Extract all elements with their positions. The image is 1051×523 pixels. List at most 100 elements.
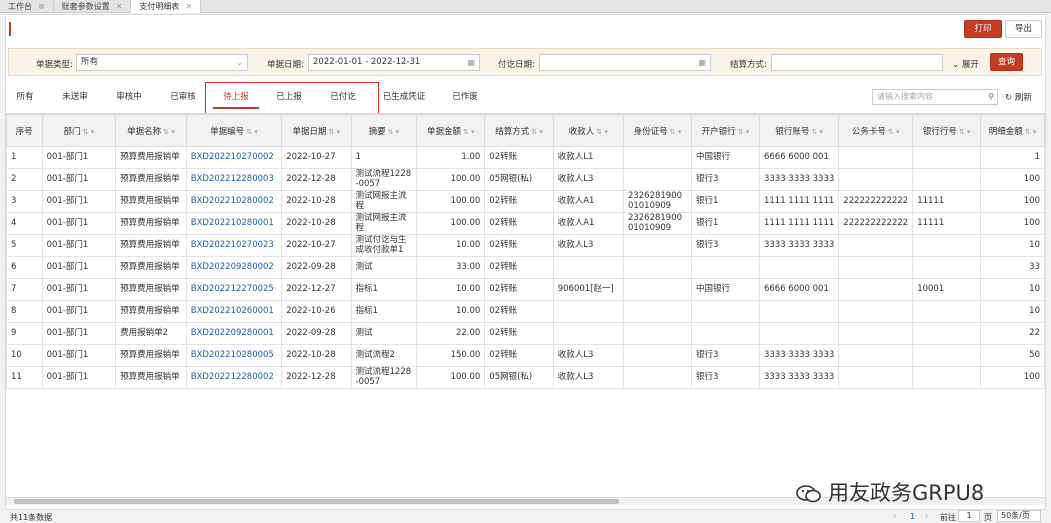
column-header[interactable]: 单据编号 ⇅ ▾ [185,114,283,147]
doc-type-select[interactable]: 所有 ⌄ [76,54,248,71]
table-cell: 33 [980,256,1045,279]
sort-filter-icon[interactable]: ⇅ ▾ [738,128,750,136]
prev-page-icon[interactable]: ‹ [893,511,896,520]
table-row[interactable]: 2 001-部门1 预算费用报销单 BXD202212280003 2022-12-28… [6,168,1045,191]
table-row[interactable]: 7 001-部门1 预算费用报销单 BXD202212270025 2022-12-27… [6,278,1045,301]
table-row[interactable]: 11 001-部门1 预算费用报销单 BXD202212280002 2022-12-2… [6,366,1045,389]
table-row[interactable]: 10 001-部门1 预算费用报销单 BXD202210280005 2022-10-2… [6,344,1045,367]
table-cell: 3333 3333 3333 [758,234,840,257]
sort-filter-icon[interactable]: ⇅ ▾ [888,128,900,136]
doc-number-link[interactable]: BXD202210280002 [185,190,283,213]
sort-filter-icon[interactable]: ⇅ ▾ [163,128,175,136]
status-tab-unsubmitted[interactable]: 未送审 [56,87,94,109]
table-row[interactable]: 1 001-部门1 预算费用报销单 BXD202210270002 2022-10-27… [6,146,1045,169]
close-icon[interactable]: ⊗ [38,0,45,13]
table-cell: 3333 3333 3333 [758,168,840,191]
table-cell: 001-部门1 [41,300,117,323]
sort-filter-icon[interactable]: ⇅ ▾ [388,128,400,136]
column-header[interactable]: 明细金额 ⇅ ▾ [980,114,1045,147]
search-icon[interactable]: ⚲ [988,90,994,104]
column-header[interactable]: 身份证号 ⇅ ▾ [622,114,692,147]
query-button[interactable]: 查询 [990,53,1023,71]
expand-toggle[interactable]: ⌄ 展开 [952,58,979,70]
doc-number-link[interactable]: BXD202212280002 [185,366,283,389]
table-row[interactable]: 5 001-部门1 预算费用报销单 BXD202210270023 2022-10-27… [6,234,1045,257]
doc-number-link[interactable]: BXD202210270023 [185,234,283,257]
doc-number-link[interactable]: BXD202210270002 [185,146,283,169]
table-cell: 222222222222 [838,212,914,235]
table-cell: 测试 [350,322,418,345]
sort-filter-icon[interactable]: ⇅ ▾ [329,128,341,136]
sort-filter-icon[interactable]: ⇅ ▾ [959,128,971,136]
table-cell: 收款人L3 [552,366,624,389]
tab-account-settings[interactable]: 账套参数设置 ✕ [54,0,132,13]
table-cell: 001-部门1 [41,322,117,345]
column-header[interactable]: 开户银行 ⇅ ▾ [690,114,760,147]
table-cell [690,300,760,323]
column-header[interactable]: 公务卡号 ⇅ ▾ [838,114,914,147]
sort-filter-icon[interactable]: ⇅ ▾ [83,128,95,136]
status-tab-all[interactable]: 所有 [12,87,38,109]
doc-number-link[interactable]: BXD202210280001 [185,212,283,235]
refresh-button[interactable]: ↻ 刷新 [1005,91,1032,103]
tab-workbench[interactable]: 工作台 ⊗ [0,0,54,13]
table-row[interactable]: 3 001-部门1 预算费用报销单 BXD202210280002 2022-10-28… [6,190,1045,213]
next-page-icon[interactable]: › [925,511,928,520]
sort-filter-icon[interactable]: ⇅ ▾ [811,128,823,136]
total-count: 共11条数据 [10,513,53,522]
page-size-select[interactable]: 50条/页 [997,510,1041,522]
sort-filter-icon[interactable]: ⇅ ▾ [670,128,682,136]
wechat-icon [796,485,821,503]
column-header[interactable]: 部门 ⇅ ▾ [41,114,117,147]
sort-filter-icon[interactable]: ⇅ ▾ [246,128,258,136]
column-header[interactable]: 单据名称 ⇅ ▾ [115,114,187,147]
sort-filter-icon[interactable]: ⇅ ▾ [531,128,543,136]
settle-method-input[interactable] [771,54,943,71]
column-header[interactable]: 结算方式 ⇅ ▾ [484,114,554,147]
table-cell [622,256,692,279]
pay-date-input[interactable]: ▦ [539,54,711,71]
status-tab-voided[interactable]: 已作废 [446,87,484,109]
column-header[interactable]: 银行账号 ⇅ ▾ [758,114,840,147]
column-header[interactable]: 摘要 ⇅ ▾ [350,114,418,147]
current-page[interactable]: 1 [910,512,915,521]
column-header[interactable]: 序号 [6,114,43,147]
doc-number-link[interactable]: BXD202212280003 [185,168,283,191]
column-header[interactable]: 收款人 ⇅ ▾ [552,114,624,147]
column-header[interactable]: 单据金额 ⇅ ▾ [416,114,486,147]
table-cell: 02转账 [484,256,554,279]
tab-payment-detail[interactable]: 支付明细表 ✕ [131,0,202,13]
table-row[interactable]: 9 001-部门1 费用报销单2 BXD202209280001 2022-09-28 测… [6,322,1045,345]
doc-number-link[interactable]: BXD202209280002 [185,256,283,279]
doc-number-link[interactable]: BXD202212270025 [185,278,283,301]
scrollbar-thumb[interactable] [14,499,619,504]
table-cell: 1 [980,146,1045,169]
close-icon[interactable]: ✕ [185,0,192,13]
goto-page-input[interactable]: 1 [958,510,980,522]
status-tab-voucher-generated[interactable]: 已生成凭证 [378,87,430,109]
table-row[interactable]: 8 001-部门1 预算费用报销单 BXD202210260001 2022-10-26… [6,300,1045,323]
print-button[interactable]: 打印 [964,20,1002,38]
table-cell: 001-部门1 [41,256,117,279]
column-header[interactable]: 银行行号 ⇅ ▾ [912,114,982,147]
status-tab-approved[interactable]: 已审核 [164,87,202,109]
doc-number-link[interactable]: BXD202209280001 [185,322,283,345]
sort-filter-icon[interactable]: ⇅ ▾ [596,128,608,136]
doc-date-range-input[interactable]: 2022-01-01 - 2022-12-31 ▦ [308,54,480,71]
close-icon[interactable]: ✕ [116,0,123,13]
table-row[interactable]: 6 001-部门1 预算费用报销单 BXD202209280002 2022-09-28… [6,256,1045,279]
sort-filter-icon[interactable]: ⇅ ▾ [1025,128,1037,136]
table-row[interactable]: 4 001-部门1 预算费用报销单 BXD202210280001 2022-10-28… [6,212,1045,235]
doc-number-link[interactable]: BXD202210260001 [185,300,283,323]
data-table: 序号 部门 ⇅ ▾ 单据名称 ⇅ ▾ 单据编号 ⇅ ▾ 单据日期 ⇅ ▾ 摘要 ⇅ ▾ 单据金额 ⇅ ▾… [6,113,1045,497]
table-cell: 100 [980,190,1045,213]
table-cell [622,278,692,301]
status-tab-reviewing[interactable]: 审核中 [110,87,148,109]
export-button[interactable]: 导出 [1005,20,1042,38]
table-cell: 100.00 [416,212,486,235]
sort-filter-icon[interactable]: ⇅ ▾ [463,128,475,136]
goto-label: 前往 [940,513,956,522]
doc-number-link[interactable]: BXD202210280005 [185,344,283,367]
search-input[interactable]: 请输入搜索内容 ⚲ [872,89,998,105]
column-header[interactable]: 单据日期 ⇅ ▾ [281,114,352,147]
